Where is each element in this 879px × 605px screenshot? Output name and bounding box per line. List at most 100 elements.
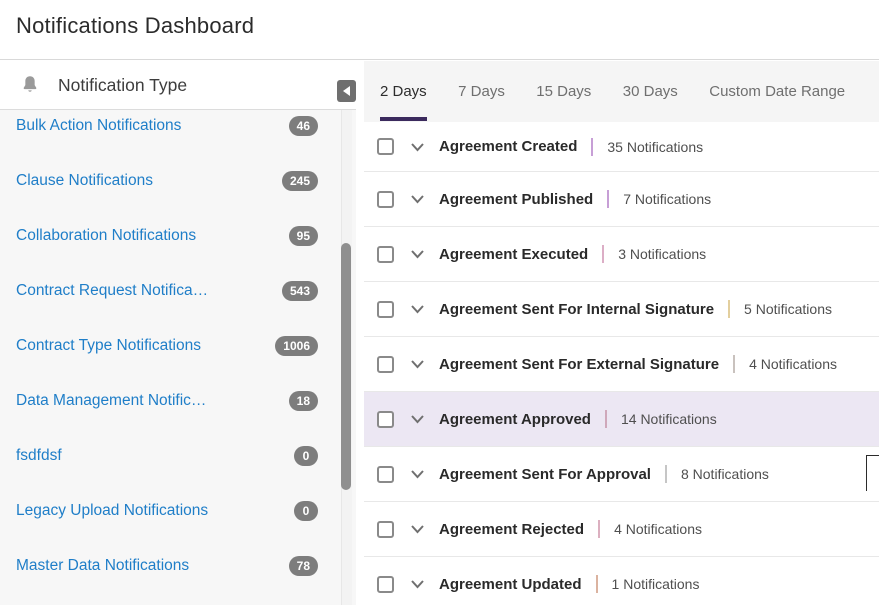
- row-checkbox[interactable]: [377, 301, 394, 318]
- chevron-down-icon[interactable]: [410, 194, 425, 204]
- sidebar-item-fsdfdsf[interactable]: fsdfdsf 0: [0, 428, 356, 483]
- sidebar-item-label[interactable]: Contract Type Notifications: [16, 337, 201, 355]
- sidebar-item-label[interactable]: Contract Request Notifica…: [16, 282, 208, 300]
- sidebar-title: Notification Type: [58, 75, 187, 96]
- popup-corner: [866, 455, 879, 491]
- row-count: 7 Notifications: [623, 191, 711, 207]
- notification-rows: Agreement Created 35 Notifications Agree…: [364, 122, 879, 605]
- tab-label: Custom Date Range: [709, 83, 845, 100]
- tab-label: 30 Days: [623, 83, 678, 100]
- sidebar-item-contract-request[interactable]: Contract Request Notifica… 543: [0, 263, 356, 318]
- sidebar-header: Notification Type: [0, 61, 356, 110]
- row-agreement-created[interactable]: Agreement Created 35 Notifications: [364, 122, 879, 172]
- row-count: 5 Notifications: [744, 301, 832, 317]
- row-agreement-approved[interactable]: Agreement Approved 14 Notifications: [364, 392, 879, 447]
- sidebar-item-collaboration[interactable]: Collaboration Notifications 95: [0, 208, 356, 263]
- chevron-down-icon[interactable]: [410, 469, 425, 479]
- row-count: 8 Notifications: [681, 466, 769, 482]
- row-title: Agreement Rejected: [439, 521, 584, 538]
- row-separator: [728, 300, 730, 318]
- sidebar-item-clause[interactable]: Clause Notifications 245: [0, 153, 356, 208]
- sidebar-item-master-data[interactable]: Master Data Notifications 78: [0, 538, 356, 593]
- count-badge: 95: [289, 226, 318, 246]
- tab-15-days[interactable]: 15 Days: [536, 61, 591, 122]
- row-title: Agreement Updated: [439, 576, 582, 593]
- chevron-down-icon[interactable]: [410, 359, 425, 369]
- count-badge: 46: [289, 116, 318, 136]
- row-separator: [602, 245, 604, 263]
- sidebar-item-label[interactable]: Collaboration Notifications: [16, 227, 196, 245]
- row-title: Agreement Sent For External Signature: [439, 356, 719, 373]
- row-checkbox[interactable]: [377, 138, 394, 155]
- row-separator: [591, 138, 593, 156]
- row-checkbox[interactable]: [377, 191, 394, 208]
- top-header: Notifications Dashboard: [0, 0, 879, 60]
- tab-underline: [458, 117, 505, 121]
- chevron-down-icon[interactable]: [410, 304, 425, 314]
- count-badge: 78: [289, 556, 318, 576]
- row-title: Agreement Approved: [439, 411, 591, 428]
- row-checkbox[interactable]: [377, 356, 394, 373]
- row-agreement-published[interactable]: Agreement Published 7 Notifications: [364, 172, 879, 227]
- tab-2-days[interactable]: 2 Days: [380, 61, 427, 122]
- sidebar-scrollbar-thumb[interactable]: [341, 243, 351, 490]
- sidebar-item-label[interactable]: fsdfdsf: [16, 447, 62, 465]
- bell-icon: [20, 74, 40, 96]
- row-count: 14 Notifications: [621, 411, 717, 427]
- row-count: 4 Notifications: [749, 356, 837, 372]
- row-count: 1 Notifications: [612, 576, 700, 592]
- tab-30-days[interactable]: 30 Days: [623, 61, 678, 122]
- row-separator: [733, 355, 735, 373]
- chevron-down-icon[interactable]: [410, 524, 425, 534]
- sidebar-item-label[interactable]: Data Management Notific…: [16, 392, 206, 410]
- sidebar-item-label[interactable]: Master Data Notifications: [16, 557, 189, 575]
- row-checkbox[interactable]: [377, 411, 394, 428]
- count-badge: 0: [294, 446, 318, 466]
- count-badge: 0: [294, 501, 318, 521]
- row-agreement-sent-external-signature[interactable]: Agreement Sent For External Signature 4 …: [364, 337, 879, 392]
- row-agreement-updated[interactable]: Agreement Updated 1 Notifications: [364, 557, 879, 605]
- active-tab-underline: [380, 117, 427, 121]
- row-checkbox[interactable]: [377, 521, 394, 538]
- tab-underline: [536, 117, 591, 121]
- row-separator: [665, 465, 667, 483]
- count-badge: 1006: [275, 336, 318, 356]
- row-agreement-sent-for-approval[interactable]: Agreement Sent For Approval 8 Notificati…: [364, 447, 879, 502]
- collapse-left-icon: [343, 86, 350, 96]
- row-title: Agreement Created: [439, 138, 577, 155]
- chevron-down-icon[interactable]: [410, 249, 425, 259]
- chevron-down-icon[interactable]: [410, 414, 425, 424]
- row-title: Agreement Published: [439, 191, 593, 208]
- sidebar-item-label[interactable]: Bulk Action Notifications: [16, 117, 181, 135]
- row-separator: [605, 410, 607, 428]
- row-agreement-executed[interactable]: Agreement Executed 3 Notifications: [364, 227, 879, 282]
- row-agreement-sent-internal-signature[interactable]: Agreement Sent For Internal Signature 5 …: [364, 282, 879, 337]
- sidebar-item-bulk-action[interactable]: Bulk Action Notifications 46: [0, 110, 356, 153]
- row-checkbox[interactable]: [377, 246, 394, 263]
- tab-underline: [709, 117, 845, 121]
- sidebar-item-label[interactable]: Clause Notifications: [16, 172, 153, 190]
- chevron-down-icon[interactable]: [410, 142, 425, 152]
- main-panel: 2 Days 7 Days 15 Days 30 Days Custom Dat…: [364, 61, 879, 605]
- row-checkbox[interactable]: [377, 466, 394, 483]
- tab-custom-date-range[interactable]: Custom Date Range: [709, 61, 845, 122]
- sidebar-item-label[interactable]: Legacy Upload Notifications: [16, 502, 208, 520]
- row-title: Agreement Executed: [439, 246, 588, 263]
- row-count: 35 Notifications: [607, 139, 703, 155]
- tab-7-days[interactable]: 7 Days: [458, 61, 505, 122]
- count-badge: 245: [282, 171, 318, 191]
- sidebar-collapse-button[interactable]: [337, 80, 356, 102]
- tab-label: 7 Days: [458, 83, 505, 100]
- row-title: Agreement Sent For Approval: [439, 466, 651, 483]
- sidebar-item-contract-type[interactable]: Contract Type Notifications 1006: [0, 318, 356, 373]
- tab-label: 15 Days: [536, 83, 591, 100]
- sidebar-item-legacy-upload[interactable]: Legacy Upload Notifications 0: [0, 483, 356, 538]
- row-checkbox[interactable]: [377, 576, 394, 593]
- sidebar-item-data-management[interactable]: Data Management Notific… 18: [0, 373, 356, 428]
- count-badge: 18: [289, 391, 318, 411]
- row-count: 3 Notifications: [618, 246, 706, 262]
- row-agreement-rejected[interactable]: Agreement Rejected 4 Notifications: [364, 502, 879, 557]
- row-count: 4 Notifications: [614, 521, 702, 537]
- row-title: Agreement Sent For Internal Signature: [439, 301, 714, 318]
- chevron-down-icon[interactable]: [410, 579, 425, 589]
